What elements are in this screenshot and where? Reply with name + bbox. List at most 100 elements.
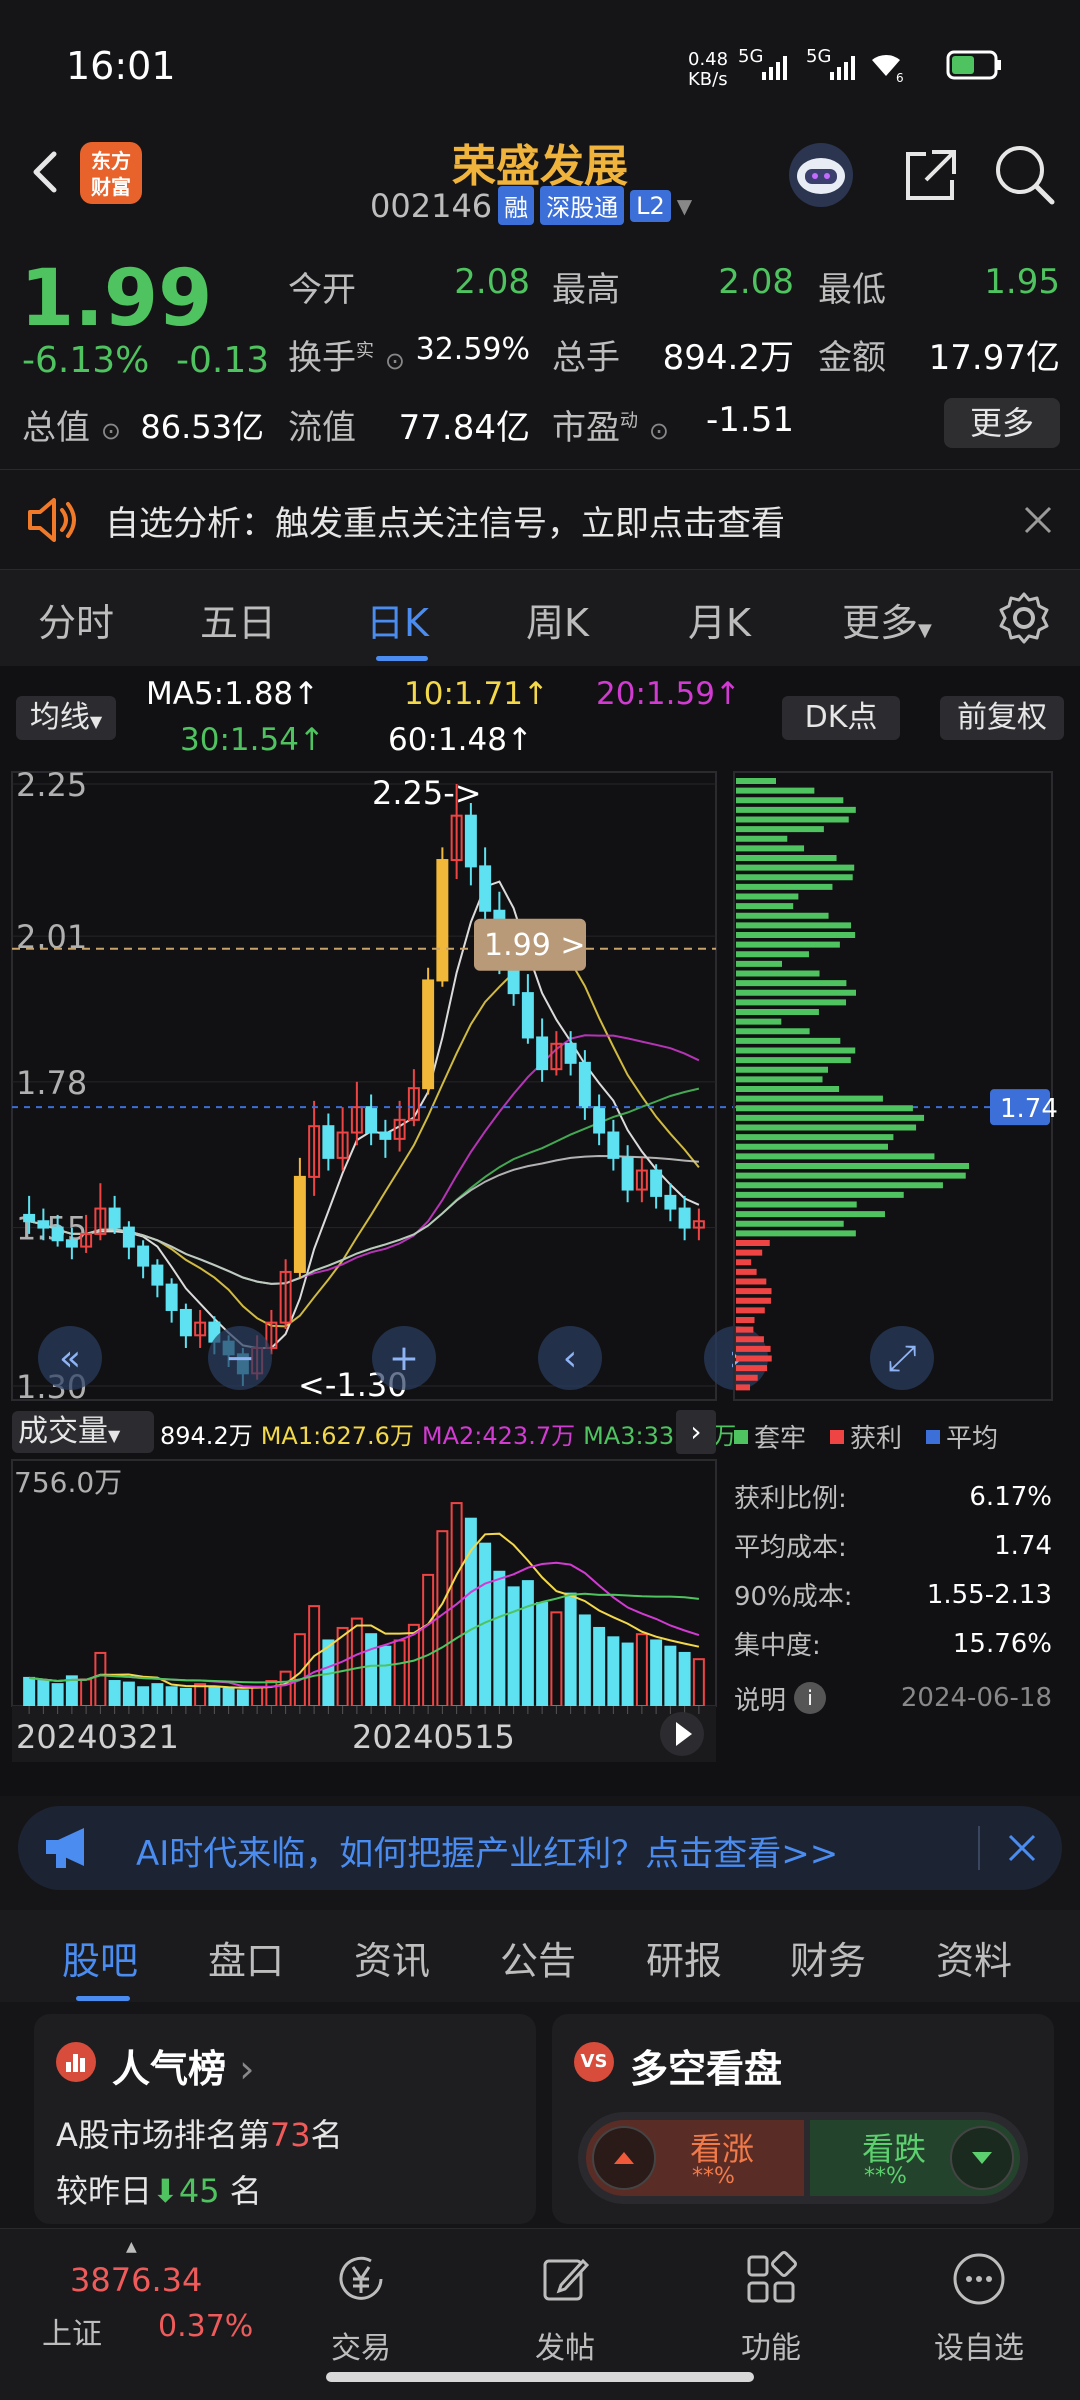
play-icon[interactable] (660, 1712, 704, 1756)
sentiment-card[interactable]: VS 多空看盘 看涨 **% 看跌 **% (552, 2014, 1054, 2224)
chip-bar-trapped (736, 1018, 782, 1025)
open-label: 今开 (288, 270, 356, 310)
chip-bar-trapped (736, 1182, 943, 1189)
volume-bar-up (279, 1670, 292, 1707)
volume-bar-up (407, 1623, 420, 1708)
volume-bar-down (507, 1586, 520, 1708)
chart-icon (56, 2042, 96, 2082)
tab-rik[interactable]: 日K (366, 592, 429, 647)
tab-ziliao[interactable]: 资料 (936, 1930, 1012, 1985)
network-speed: 0.48 KB/s (688, 50, 728, 90)
tab-guba[interactable]: 股吧 (62, 1930, 138, 1985)
prev-icon[interactable]: ‹ (538, 1326, 602, 1390)
search-icon[interactable] (990, 140, 1060, 210)
chip-bar-profit (736, 1374, 758, 1381)
chip-bar-trapped (736, 1220, 844, 1227)
index-name: 上证 (42, 2317, 102, 2352)
chip-bar-trapped (736, 1211, 885, 1218)
tab-yanbao[interactable]: 研报 (646, 1930, 722, 1985)
tab-fenshi[interactable]: 分时 (38, 592, 114, 647)
chip-bar-profit (736, 1240, 770, 1246)
tab-caiwu[interactable]: 财务 (790, 1930, 866, 1985)
candle-up (436, 859, 449, 982)
chip-bar-trapped (736, 1076, 823, 1083)
close-icon[interactable] (1022, 504, 1054, 536)
nav-post[interactable]: 发帖 (500, 2229, 630, 2379)
quote-panel: 1.99 -6.13% -0.13 今开 2.08 最高 2.08 最低 1.9… (0, 240, 1080, 470)
info-icon[interactable]: ⊙ (649, 417, 669, 445)
chip-bar-trapped (736, 1095, 883, 1102)
nav-trade[interactable]: 交易 (296, 2229, 426, 2379)
mktcap-label: 总值 ⊙ (22, 400, 121, 449)
amount-label: 金额 (818, 338, 886, 378)
tab-zixun[interactable]: 资讯 (354, 1930, 430, 1985)
bear-button[interactable]: 看跌 **% (810, 2120, 1020, 2196)
tab-gonggao[interactable]: 公告 (500, 1930, 576, 1985)
chip-bar-profit (736, 1259, 752, 1266)
share-icon[interactable] (896, 140, 966, 210)
more-button[interactable]: 更多 (944, 398, 1060, 448)
tab-pankou[interactable]: 盘口 (208, 1930, 284, 1985)
fullscreen-icon-glyph: ⤢ (888, 1338, 917, 1379)
candle-down (179, 1308, 192, 1337)
current-price: 1.99 (20, 254, 213, 344)
low-value: 1.95 (984, 262, 1060, 302)
stat-row: 集中度: 15.76% (734, 1619, 1052, 1668)
popularity-card[interactable]: 人气榜 › A股市场排名第73名 较昨日⬇45 名 (34, 2014, 536, 2224)
tab-wuri[interactable]: 五日 (200, 592, 276, 647)
stock-code-line[interactable]: 002146 融 深股通 L2 ▼ (370, 186, 692, 225)
turnover-label-text: 换手 (288, 338, 356, 378)
delta-prefix: 较昨日 (56, 2172, 153, 2210)
fullscreen-icon[interactable]: ⤢ (870, 1326, 934, 1390)
mktcap-label-text: 总值 (22, 408, 90, 448)
chip-bar-trapped (736, 1153, 935, 1160)
nav-functions[interactable]: 功能 (706, 2229, 836, 2379)
candle-down (122, 1226, 135, 1248)
robot-assistant-icon[interactable] (786, 140, 856, 210)
stat-row: 平均成本: 1.74 (734, 1521, 1052, 1570)
chip-bar-profit (736, 1278, 767, 1285)
popularity-delta-line: 较昨日⬇45 名 (56, 2166, 262, 2212)
gear-icon[interactable] (996, 590, 1052, 646)
volume-bar-down (122, 1681, 135, 1707)
ad-banner[interactable]: AI时代来临，如何把握产业红利？点击查看>> (18, 1806, 1062, 1890)
tab-more[interactable]: 更多▼ (842, 592, 932, 647)
candle-down (621, 1156, 634, 1191)
candle-down (578, 1061, 591, 1109)
down-arrow-icon (950, 2126, 1014, 2190)
notice-bar[interactable]: 自选分析：触发重点关注信号，立即点击查看 (0, 470, 1080, 570)
turnover-sup: 实 (356, 340, 374, 362)
volume-value: 894.2万 (662, 338, 794, 378)
tab-more-label: 更多 (842, 601, 919, 645)
wifi-number: 6 (896, 71, 904, 85)
zoom-out-icon[interactable]: − (208, 1326, 272, 1390)
nav-add-watchlist[interactable]: 设自选 (914, 2229, 1044, 2379)
connect-tag: 深股通 (540, 186, 625, 225)
stat-value: 15.76% (952, 1628, 1052, 1659)
legend-trapped: 套牢 (754, 1424, 807, 1454)
price-panel-frame (11, 771, 717, 1401)
volume-bar-down (365, 1633, 378, 1707)
clock: 16:01 (66, 44, 176, 88)
volume-indicator-selector[interactable]: 成交量▼ (12, 1411, 154, 1453)
bull-button[interactable]: 看涨 **% (586, 2120, 804, 2196)
close-icon[interactable] (1006, 1832, 1038, 1864)
info-icon[interactable]: ⊙ (101, 417, 121, 445)
tab-zhouk[interactable]: 周K (526, 592, 589, 647)
tab-yuek[interactable]: 月K (688, 592, 751, 647)
index-ticker[interactable]: ▲ 3876.34 上证 0.37% (20, 2239, 253, 2379)
zoom-in-icon[interactable]: + (372, 1326, 436, 1390)
kline-chart-area[interactable]: 均线▼ MA5:1.88↑ 10:1.71↑ 20:1.59↑ 30:1.54↑… (0, 666, 1080, 1796)
double-left-icon[interactable]: « (38, 1326, 102, 1390)
note-link[interactable]: 说明 i (734, 1680, 827, 1717)
volume-title: 成交量 (18, 1414, 108, 1449)
volume-bar-down (564, 1592, 577, 1707)
change-pct: -6.13% (22, 340, 150, 381)
high-label: 最高 (552, 270, 620, 310)
chip-bar-profit (736, 1384, 751, 1391)
expand-arrow-button[interactable]: › (676, 1410, 716, 1454)
volume-bar-down (678, 1651, 691, 1707)
rank-prefix: A股市场排名第 (56, 2116, 270, 2154)
chip-bar-profit (736, 1317, 755, 1323)
chip-bar-trapped (736, 835, 788, 842)
